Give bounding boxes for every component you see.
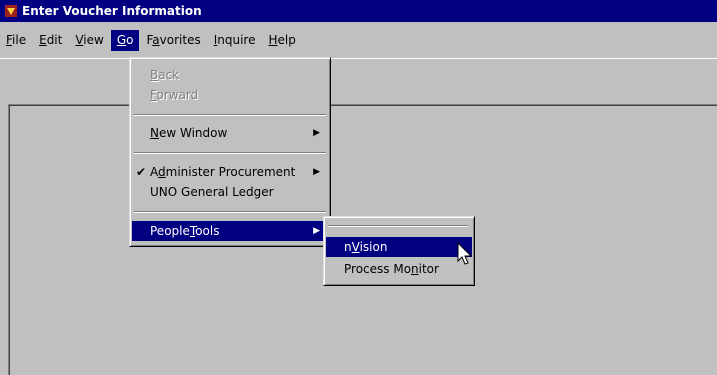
menu-go[interactable]: Go [110, 29, 140, 51]
submenu-arrow-icon: ▶ [313, 226, 320, 236]
menu-separator [134, 114, 326, 116]
menu-item-nvision[interactable]: nVision [326, 237, 472, 257]
menu-item-peopletools[interactable]: PeopleTools ▶ [132, 221, 328, 241]
menu-separator [134, 152, 326, 154]
menu-view[interactable]: View [69, 30, 109, 51]
voucher-window: Enter Voucher Information File Edit View… [0, 0, 717, 375]
submenu-arrow-icon: ▶ [313, 167, 320, 177]
go-menu-dropdown: Back Forward New Window ▶ ✔ Administer Pro… [129, 57, 331, 247]
menu-item-new-window[interactable]: New Window ▶ [132, 123, 328, 143]
menu-bar: File Edit View Go Favorites Inquire Help [0, 29, 717, 51]
menu-item-back[interactable]: Back [132, 65, 328, 85]
submenu-arrow-icon: ▶ [313, 128, 320, 138]
menu-item-uno-general-ledger[interactable]: UNO General Ledger [132, 182, 328, 202]
window-title: Enter Voucher Information [22, 4, 202, 18]
menu-favorites[interactable]: Favorites [140, 30, 206, 51]
menu-separator [328, 225, 468, 227]
peopletools-submenu: nVision Process Monitor [323, 216, 475, 286]
menu-item-process-monitor[interactable]: Process Monitor [326, 259, 472, 279]
toolbar: ▤ ⚙ ⚙ ✕ □ □ ≡ ≡ ❉ ⇐ ⇒ ✚ ✔ ✔ ✎ [0, 58, 717, 146]
app-icon [5, 5, 17, 17]
menu-file[interactable]: File [0, 30, 32, 51]
menu-item-administer-procurement[interactable]: ✔ Administer Procurement ▶ [132, 162, 328, 182]
menu-edit[interactable]: Edit [33, 30, 68, 51]
menu-separator [134, 211, 326, 213]
menu-help[interactable]: Help [262, 30, 301, 51]
mouse-cursor-icon [457, 242, 473, 265]
menu-inquire[interactable]: Inquire [208, 30, 262, 51]
checkmark-icon: ✔ [136, 165, 147, 179]
title-bar: Enter Voucher Information [0, 0, 717, 22]
menu-item-forward[interactable]: Forward [132, 85, 328, 105]
